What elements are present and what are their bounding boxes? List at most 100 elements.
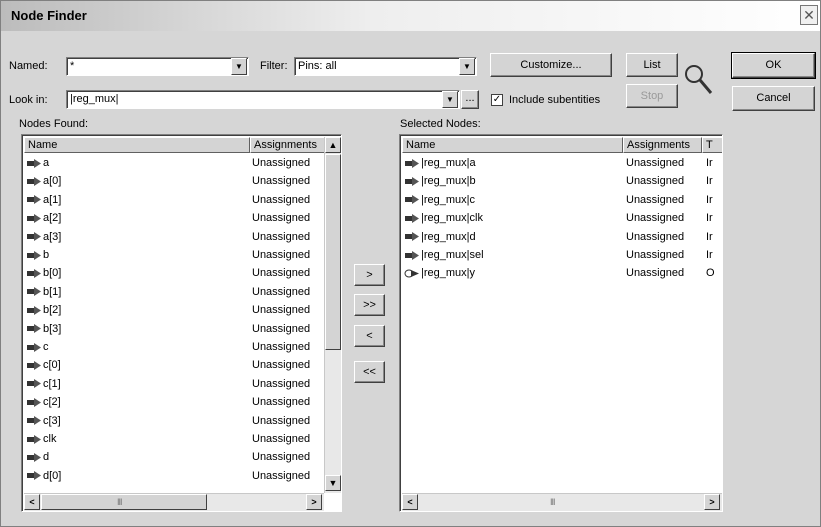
node-assignment: Unassigned <box>252 414 311 427</box>
table-row[interactable]: |reg_mux|d Unassigned Ir <box>404 229 713 247</box>
node-finder-dialog: Node Finder ✕ Named: * ▼ Filter: Pins: a… <box>0 0 821 527</box>
node-assignment: Unassigned <box>252 212 311 225</box>
table-row[interactable]: |reg_mux|sel Unassigned Ir <box>404 247 713 265</box>
input-pin-icon <box>27 195 41 205</box>
filter-label: Filter: <box>260 60 288 72</box>
horizontal-scroll-thumb[interactable] <box>41 494 207 510</box>
table-row[interactable]: a[2] Unassigned <box>26 210 316 228</box>
table-row[interactable]: |reg_mux|b Unassigned Ir <box>404 173 713 191</box>
node-name: b <box>43 249 50 261</box>
scroll-up-icon[interactable]: ▲ <box>325 137 341 153</box>
scroll-thumb[interactable] <box>325 154 341 350</box>
table-row[interactable]: a[1] Unassigned <box>26 192 316 210</box>
input-pin-icon <box>27 471 41 481</box>
table-row[interactable]: b[0] Unassigned <box>26 265 316 283</box>
remove-selected-button[interactable]: < <box>354 325 385 347</box>
node-name: b[3] <box>43 322 62 335</box>
input-pin-icon <box>27 305 41 315</box>
table-row[interactable]: |reg_mux|c Unassigned Ir <box>404 192 713 210</box>
title-bar[interactable]: Node Finder ✕ <box>1 1 820 31</box>
column-header-name[interactable]: Name <box>402 137 623 153</box>
filter-select[interactable]: Pins: all <box>294 57 477 76</box>
dialog-title: Node Finder <box>11 8 87 23</box>
scroll-right-icon[interactable]: > <box>306 494 322 510</box>
cancel-button[interactable]: Cancel <box>732 86 815 111</box>
ok-button[interactable]: OK <box>731 52 816 79</box>
node-name: c[3] <box>43 414 61 427</box>
node-assignment: Unassigned <box>252 396 311 409</box>
stop-button[interactable]: Stop <box>626 84 678 108</box>
node-name: a[2] <box>43 212 62 225</box>
table-row[interactable]: |reg_mux|y Unassigned O <box>404 265 715 283</box>
column-header-type[interactable]: T <box>702 137 722 153</box>
include-subentities-label: Include subentities <box>509 94 601 106</box>
table-row[interactable]: |reg_mux|clk Unassigned Ir <box>404 210 713 228</box>
scroll-grip-icon: III <box>550 497 555 507</box>
table-row[interactable]: b[3] Unassigned <box>26 321 316 339</box>
input-pin-icon <box>27 176 41 186</box>
node-name: a <box>43 157 50 169</box>
table-row[interactable]: a[3] Unassigned <box>26 229 316 247</box>
scroll-left-icon[interactable]: < <box>402 494 418 510</box>
named-input[interactable]: * <box>66 57 249 76</box>
scroll-grip-icon: III <box>117 497 122 507</box>
table-row[interactable]: b Unassigned <box>26 247 316 265</box>
node-name: a[0] <box>43 175 62 188</box>
node-name: |reg_mux|a <box>421 157 476 169</box>
node-name: |reg_mux|clk <box>421 212 483 225</box>
column-header-assignments[interactable]: Assignments <box>623 137 702 153</box>
table-row[interactable]: a Unassigned <box>26 155 316 173</box>
node-name: a[3] <box>43 230 62 243</box>
node-assignment: Unassigned <box>252 230 311 243</box>
look-in-input[interactable]: |reg_mux| <box>66 90 460 109</box>
table-row[interactable]: a[0] Unassigned <box>26 173 316 191</box>
scroll-right-icon[interactable]: > <box>704 494 720 510</box>
include-subentities-checkbox[interactable]: ✓ <box>491 94 503 106</box>
table-row[interactable]: c[1] Unassigned <box>26 376 316 394</box>
scroll-left-icon[interactable]: < <box>24 494 40 510</box>
column-header-name[interactable]: Name <box>24 137 250 153</box>
named-dropdown-arrow-icon[interactable]: ▼ <box>231 58 247 75</box>
scroll-down-icon[interactable]: ▼ <box>325 475 341 491</box>
remove-all-button[interactable]: << <box>354 361 385 383</box>
input-pin-icon <box>27 287 41 297</box>
table-row[interactable]: b[1] Unassigned <box>26 284 316 302</box>
list-button[interactable]: List <box>626 53 678 77</box>
node-type: Ir <box>706 157 713 169</box>
table-row[interactable]: c[3] Unassigned <box>26 413 316 431</box>
node-type: Ir <box>706 175 713 188</box>
add-all-button[interactable]: >> <box>354 294 385 316</box>
node-assignment: Unassigned <box>626 249 685 261</box>
add-selected-button[interactable]: > <box>354 264 385 286</box>
browse-button[interactable]: ... <box>461 90 479 109</box>
input-pin-icon <box>27 379 41 389</box>
node-name: |reg_mux|y <box>421 267 476 280</box>
look-in-dropdown-arrow-icon[interactable]: ▼ <box>442 91 458 108</box>
input-pin-icon <box>27 342 41 352</box>
table-row[interactable]: d[0] Unassigned <box>26 468 316 486</box>
close-icon[interactable]: ✕ <box>800 5 818 25</box>
customize-button[interactable]: Customize... <box>490 53 612 77</box>
node-assignment: Unassigned <box>252 249 311 261</box>
nodes-found-horizontal-scrollbar[interactable]: < III > <box>24 493 324 511</box>
nodes-found-list[interactable]: Name Assignments a Unassigned a[0] Unassign… <box>21 134 342 512</box>
column-header-assignments[interactable]: Assignments <box>250 137 325 153</box>
node-name: a[1] <box>43 193 62 206</box>
table-row[interactable]: b[2] Unassigned <box>26 302 316 320</box>
table-row[interactable]: d Unassigned <box>26 449 316 467</box>
table-row[interactable]: c[0] Unassigned <box>26 357 316 375</box>
filter-dropdown-arrow-icon[interactable]: ▼ <box>459 58 475 75</box>
node-assignment: Unassigned <box>626 212 685 225</box>
nodes-found-vertical-scrollbar[interactable]: ▲ ▼ <box>324 137 341 493</box>
selected-nodes-horizontal-scrollbar[interactable]: < III > <box>402 493 722 511</box>
table-row[interactable]: c[2] Unassigned <box>26 394 316 412</box>
table-row[interactable]: clk Unassigned <box>26 431 316 449</box>
node-name: |reg_mux|b <box>421 175 476 188</box>
selected-nodes-list[interactable]: Name Assignments T |reg_mux|a Unassigned I… <box>399 134 723 512</box>
input-pin-icon <box>27 360 41 370</box>
node-name: d <box>43 451 50 464</box>
node-assignment: Unassigned <box>626 193 685 206</box>
table-row[interactable]: c Unassigned <box>26 339 316 357</box>
table-row[interactable]: |reg_mux|a Unassigned Ir <box>404 155 713 173</box>
magnifier-icon <box>685 65 713 94</box>
